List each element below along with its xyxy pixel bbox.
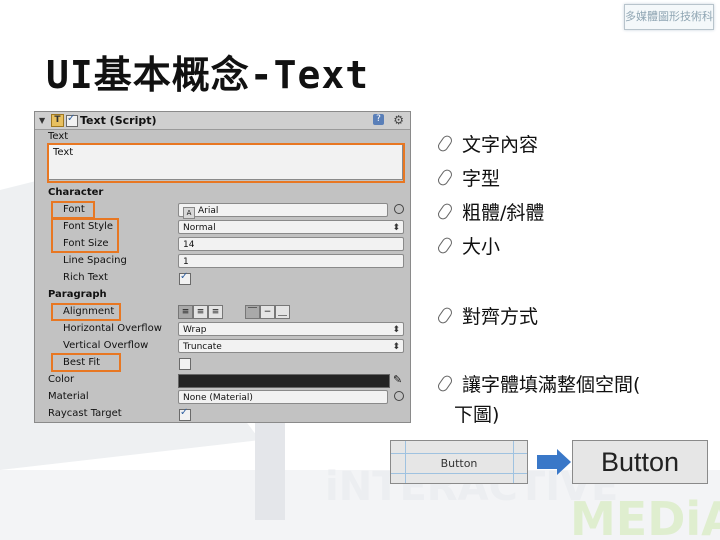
bullet-text: 文字內容: [462, 134, 539, 156]
raycast-target-label: Raycast Target: [48, 408, 122, 419]
bullet-text: 大小: [462, 236, 501, 258]
highlight-alignment: [51, 303, 121, 321]
align-left-icon[interactable]: ≡: [178, 305, 193, 319]
logo-text: 多媒體圖形技術科: [625, 10, 713, 23]
example-button-small-label: Button: [440, 457, 478, 470]
paperclip-icon: [438, 375, 452, 393]
material-picker-icon[interactable]: [394, 391, 404, 401]
text-script-inspector: ▼ T Text (Script) ? ⚙ Text Text Characte…: [34, 111, 411, 423]
material-label: Material: [48, 391, 89, 402]
color-swatch[interactable]: [178, 374, 390, 388]
vertical-overflow-dropdown[interactable]: Truncate: [178, 339, 404, 354]
paperclip-icon: [438, 135, 452, 153]
color-label: Color: [48, 374, 75, 385]
vertical-overflow-label: Vertical Overflow: [63, 340, 149, 351]
bullet-text: 讓字體填滿整個空間(: [462, 374, 641, 396]
horizontal-overflow-dropdown[interactable]: Wrap: [178, 322, 404, 337]
eyedropper-icon[interactable]: ✎: [393, 373, 402, 386]
component-header[interactable]: ▼ T Text (Script) ? ⚙: [35, 112, 410, 130]
raycast-target-row: Raycast Target: [35, 406, 410, 423]
bullet-continuation: 下圖): [454, 404, 500, 426]
svg-text:MEDiA: MEDiA: [570, 492, 720, 540]
line-spacing-field[interactable]: 1: [178, 254, 404, 268]
highlight-style-size: [51, 218, 119, 253]
bullet-item: 粗體/斜體: [438, 198, 544, 225]
example-button-small: Button: [390, 440, 528, 484]
horizontal-overflow-label: Horizontal Overflow: [63, 323, 162, 334]
bullet-text: 粗體/斜體: [462, 202, 545, 224]
paperclip-icon: [438, 169, 452, 187]
align-center-icon[interactable]: ≡: [193, 305, 208, 319]
bullet-text: 字型: [462, 168, 501, 190]
highlight-text-box: [47, 143, 405, 183]
bullet-text: 對齊方式: [462, 306, 539, 328]
component-title: Text (Script): [80, 114, 157, 127]
align-middle-icon[interactable]: −: [260, 305, 275, 319]
highlight-font: [51, 201, 95, 219]
font-style-dropdown[interactable]: Normal: [178, 220, 404, 235]
font-field[interactable]: A Arial: [178, 203, 388, 219]
example-button-best-fit: Button: [572, 440, 708, 484]
text-component-icon: T: [51, 114, 64, 127]
text-label: Text: [48, 131, 69, 142]
font-value: Arial: [198, 206, 219, 216]
rich-text-checkbox[interactable]: [179, 271, 191, 285]
rich-text-row: Rich Text: [35, 270, 410, 287]
material-field[interactable]: None (Material): [178, 390, 388, 404]
component-enabled-checkbox[interactable]: [66, 113, 78, 127]
highlight-best-fit: [51, 353, 121, 372]
paperclip-icon: [438, 307, 452, 325]
rich-text-label: Rich Text: [63, 272, 108, 283]
collapse-triangle-icon[interactable]: ▼: [39, 116, 45, 125]
paragraph-section-label: Paragraph: [48, 289, 107, 300]
grid-line: [391, 473, 527, 474]
font-asset-icon: A: [183, 207, 195, 219]
department-logo: 多媒體圖形技術科: [624, 4, 714, 30]
arrow-right-icon: [537, 449, 571, 475]
best-fit-checkbox[interactable]: [179, 358, 191, 370]
gear-icon[interactable]: ⚙: [393, 113, 404, 127]
color-row: Color ✎: [35, 372, 410, 389]
bullet-item: 大小: [438, 232, 500, 259]
grid-line: [391, 453, 527, 454]
raycast-target-checkbox[interactable]: [179, 407, 191, 421]
align-bottom-icon[interactable]: ⎽: [275, 305, 290, 319]
paperclip-icon: [438, 237, 452, 255]
bullet-item: 字型: [438, 164, 500, 191]
paperclip-icon: [438, 203, 452, 221]
align-right-icon[interactable]: ≡: [208, 305, 223, 319]
bullet-item: 文字內容: [438, 130, 538, 157]
example-button-big-label: Button: [600, 447, 680, 477]
help-icon[interactable]: ?: [373, 114, 384, 125]
align-top-icon[interactable]: ⎺: [245, 305, 260, 319]
character-section-label: Character: [48, 187, 104, 198]
material-row: Material None (Material): [35, 389, 410, 406]
object-picker-icon[interactable]: [394, 204, 404, 214]
paragraph-section-row: Paragraph: [35, 287, 410, 304]
character-section-row: Character: [35, 185, 410, 202]
line-spacing-label: Line Spacing: [63, 255, 127, 266]
line-spacing-row: Line Spacing 1: [35, 253, 410, 270]
bullet-item: 對齊方式: [438, 302, 538, 329]
bullet-item: 讓字體填滿整個空間(: [438, 370, 640, 397]
slide-title: UI基本概念-Text: [46, 53, 370, 97]
font-size-field[interactable]: 14: [178, 237, 404, 251]
horizontal-overflow-row: Horizontal Overflow Wrap: [35, 321, 410, 338]
